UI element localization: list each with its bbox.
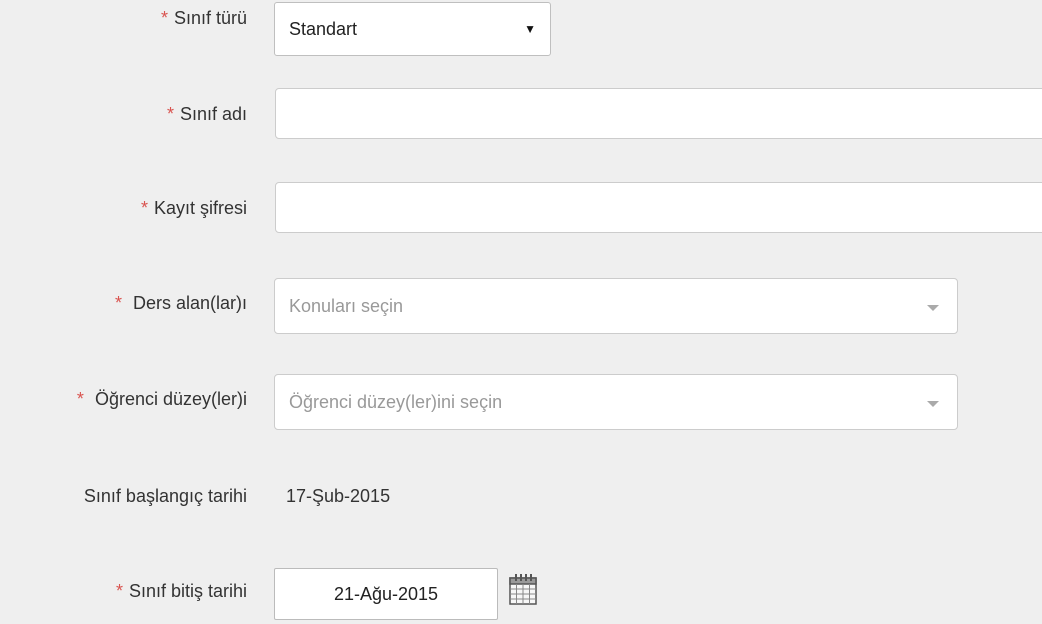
enroll-password-input[interactable] — [276, 183, 1042, 232]
class-type-value: Standart — [289, 18, 358, 39]
end-date-value: 21-Ağu-2015 — [333, 583, 439, 604]
enroll-password-input-box — [275, 182, 1042, 233]
dropdown-arrow-icon: ▼ — [524, 22, 536, 36]
caret-down-icon — [927, 305, 939, 311]
class-settings-form: * Sınıf türü Standart ▼ * Sınıf adı * Kayıt… — [0, 0, 1042, 624]
required-mark: * — [160, 8, 168, 28]
class-type-select[interactable]: Standart ▼ — [274, 2, 551, 56]
subjects-label: * Ders alan(lar)ı — [114, 293, 247, 313]
end-date-input[interactable]: 21-Ağu-2015 — [274, 568, 498, 620]
subjects-select[interactable]: Konuları seçin — [274, 278, 958, 334]
end-date-label: * Sınıf bitiş tarihi — [115, 581, 247, 601]
required-mark: * — [76, 389, 84, 409]
levels-placeholder: Öğrenci düzey(ler)ini seçin — [289, 391, 503, 412]
start-date-label: Sınıf başlangıç tarihi — [83, 486, 247, 506]
caret-down-icon — [927, 401, 939, 407]
class-name-label: * Sınıf adı — [166, 104, 247, 124]
required-mark: * — [115, 581, 123, 601]
levels-select[interactable]: Öğrenci düzey(ler)ini seçin — [274, 374, 958, 430]
class-name-input[interactable] — [276, 89, 1042, 138]
start-date-value: 17-Şub-2015 — [286, 486, 391, 506]
class-name-input-box — [275, 88, 1042, 139]
calendar-icon[interactable] — [508, 572, 540, 611]
subjects-placeholder: Konuları seçin — [289, 295, 404, 316]
class-type-label: * Sınıf türü — [160, 8, 247, 28]
required-mark: * — [114, 293, 122, 313]
levels-label: * Öğrenci düzey(ler)i — [76, 389, 247, 409]
required-mark: * — [140, 198, 148, 218]
enroll-password-label: * Kayıt şifresi — [140, 198, 247, 218]
required-mark: * — [166, 104, 174, 124]
